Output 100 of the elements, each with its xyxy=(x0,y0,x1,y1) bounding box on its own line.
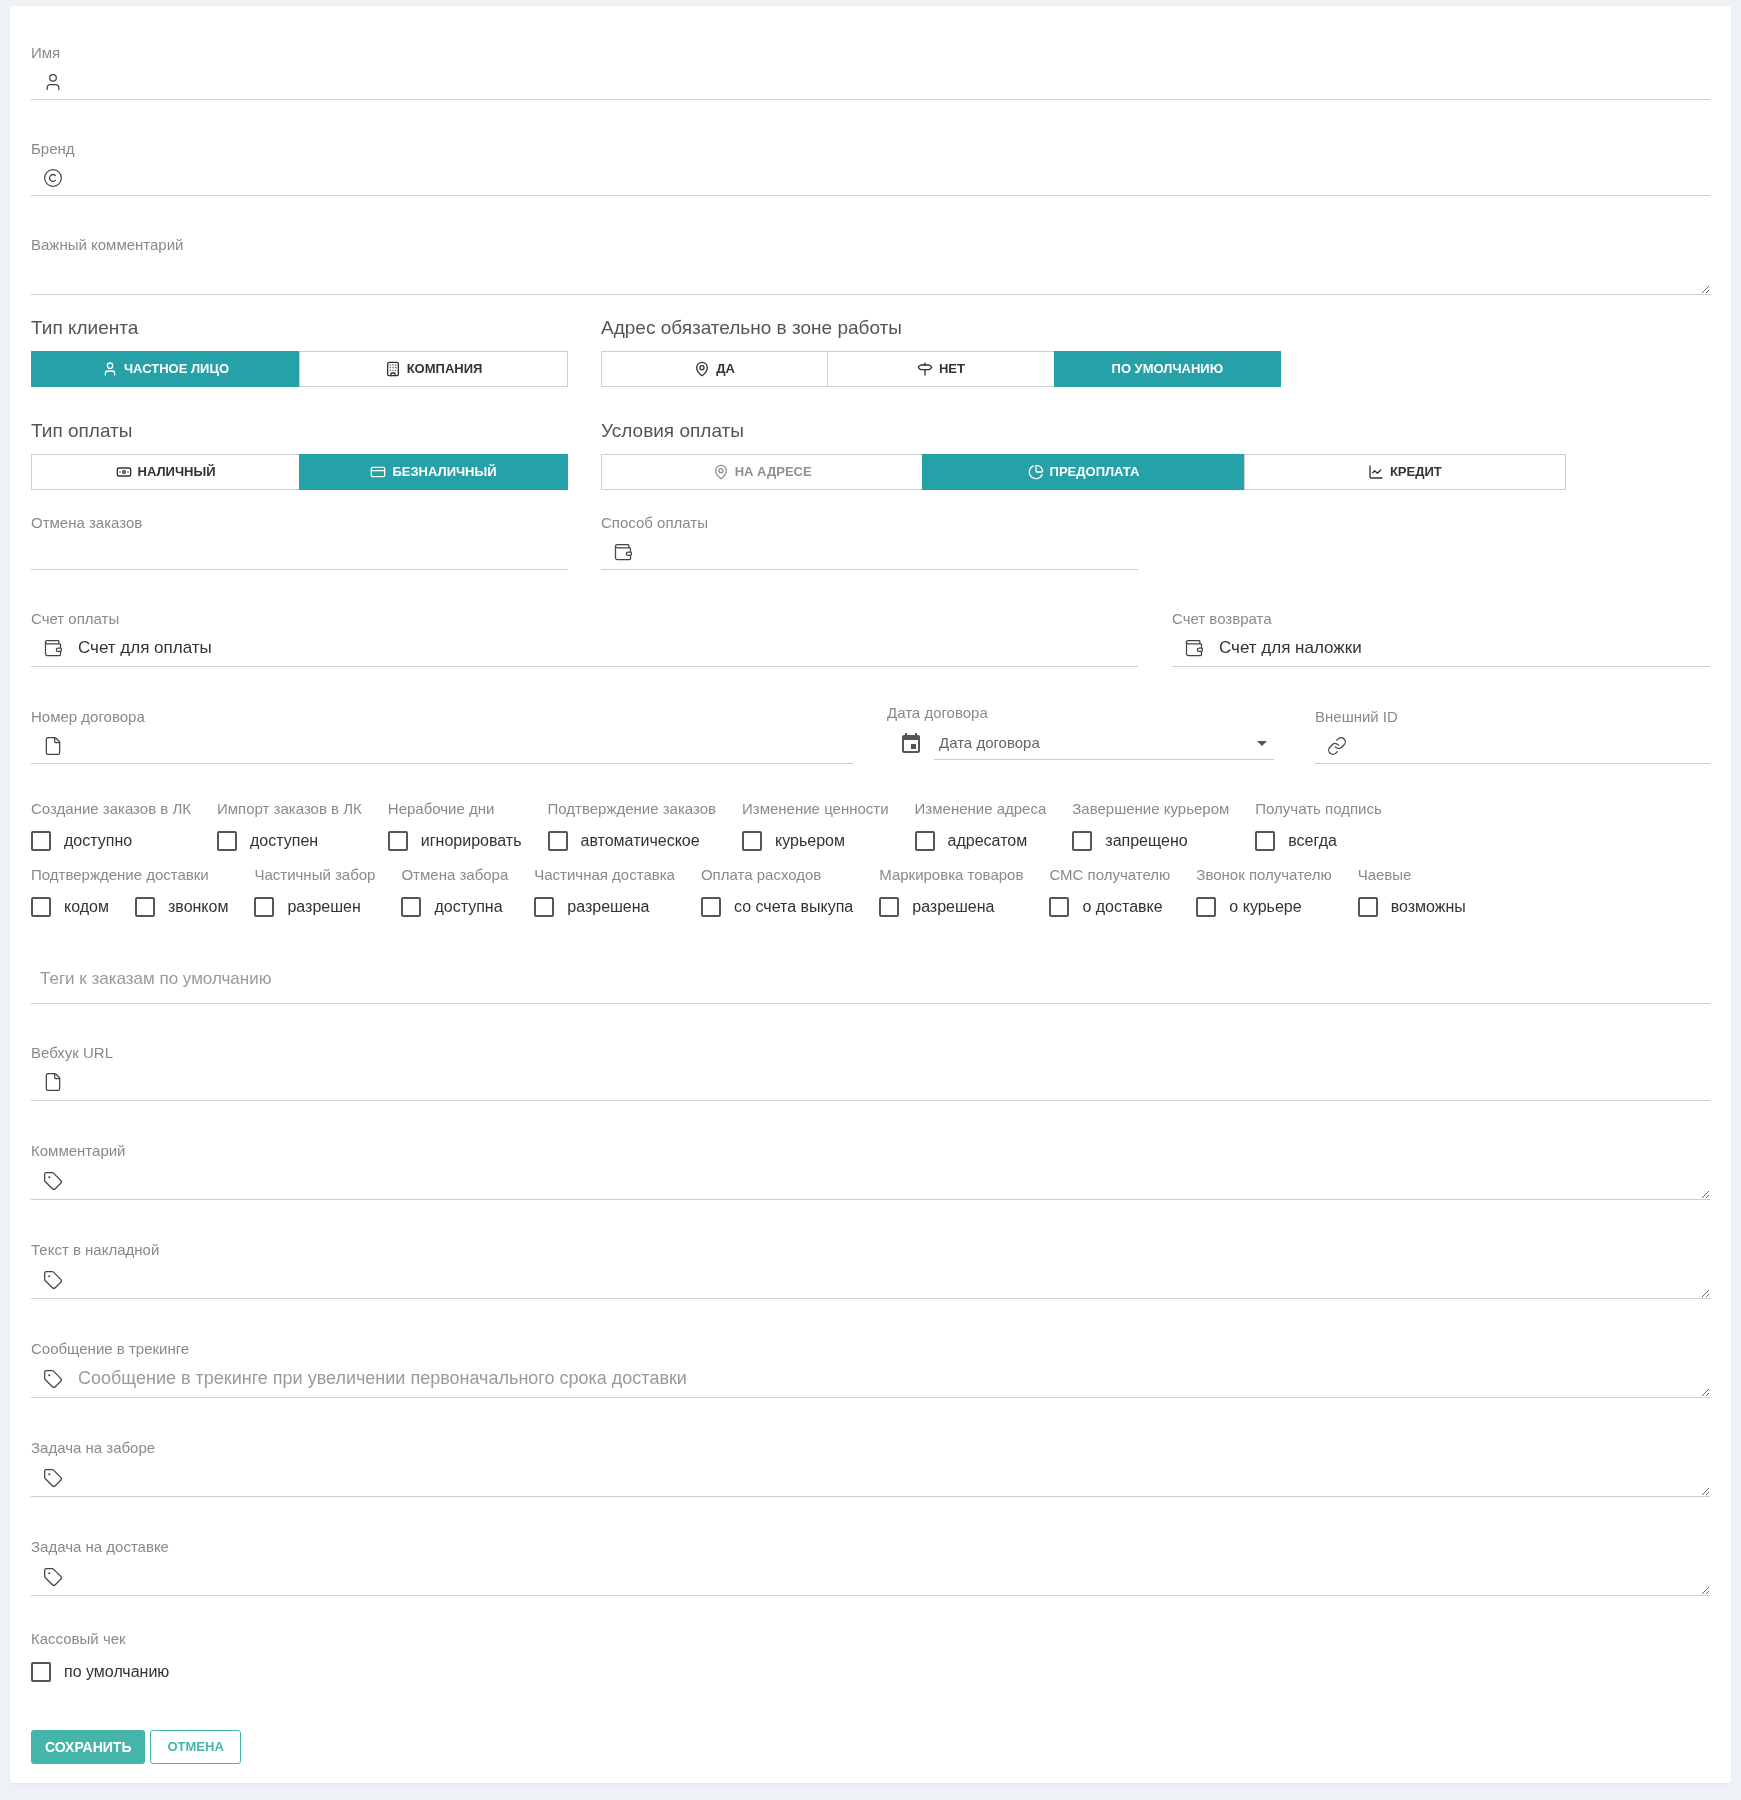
map-pin-icon xyxy=(712,464,729,480)
group-label: Чаевые xyxy=(1357,865,1412,885)
field-label: Комментарий xyxy=(31,1141,126,1161)
checkbox[interactable] xyxy=(742,831,762,851)
checkbox[interactable] xyxy=(31,897,51,917)
tag-icon xyxy=(43,1170,63,1191)
group-label: Маркировка товаров xyxy=(879,865,1024,885)
group-label: Частичная доставка xyxy=(534,865,675,885)
return-account-field[interactable]: Счет для наложки xyxy=(1172,629,1710,667)
tag-icon xyxy=(43,1269,63,1290)
checkbox-label[interactable]: со счета выкупа xyxy=(733,895,854,919)
calendar-icon xyxy=(899,732,923,756)
checkbox[interactable] xyxy=(1196,897,1217,917)
field-label: Задача на заборе xyxy=(31,1438,156,1458)
checkbox[interactable] xyxy=(534,897,555,917)
checkbox[interactable] xyxy=(1255,831,1276,851)
group-label: Создание заказов в ЛК xyxy=(31,799,191,819)
field-label: Вебхук URL xyxy=(31,1043,113,1063)
field-label: Текст в накладной xyxy=(31,1240,160,1260)
field-label: Способ оплаты xyxy=(601,513,708,533)
field-label: Номер договора xyxy=(31,707,145,727)
checkbox[interactable] xyxy=(31,831,51,851)
field-label: Дата договора xyxy=(887,703,988,723)
checkbox[interactable] xyxy=(401,897,422,917)
caret-icon xyxy=(1257,741,1267,746)
file-icon xyxy=(43,1072,63,1092)
section-title: Условия оплаты xyxy=(601,419,744,443)
checkbox[interactable] xyxy=(387,831,408,851)
building-icon xyxy=(384,361,401,377)
copyright-icon xyxy=(43,167,63,188)
group-label: СМС получателю xyxy=(1049,865,1171,885)
checkbox[interactable] xyxy=(1072,831,1093,851)
checkbox[interactable] xyxy=(879,897,900,917)
group-label: Отмена забора xyxy=(401,865,509,885)
wallet-icon xyxy=(43,637,63,658)
checkbox[interactable] xyxy=(547,831,568,851)
signpost-icon xyxy=(917,361,933,377)
checkbox[interactable] xyxy=(700,897,721,917)
date-select[interactable]: Дата договора xyxy=(934,728,1274,760)
segment-button[interactable]: КОМПАНИЯ xyxy=(299,351,568,387)
checkbox[interactable] xyxy=(134,897,155,917)
tags-field[interactable]: Теги к заказам по умолчанию xyxy=(31,954,1710,1004)
group-label: Оплата расходов xyxy=(700,865,822,885)
wallet-icon xyxy=(1184,637,1204,658)
checkbox-label[interactable]: игнорировать xyxy=(420,829,522,853)
field-label: Счет оплаты xyxy=(31,609,120,629)
wallet-icon xyxy=(613,541,633,562)
checkbox-label[interactable]: адресатом xyxy=(947,829,1028,853)
field-label: Бренд xyxy=(31,139,75,159)
checkbox-label[interactable]: разрешена xyxy=(567,895,650,919)
checkbox-label[interactable]: доступен xyxy=(250,829,319,853)
segment-button[interactable]: НЕТ xyxy=(827,351,1055,387)
checkbox-label[interactable]: всегда xyxy=(1288,829,1337,853)
credit-card-icon xyxy=(370,464,387,480)
group-label: Нерабочие дни xyxy=(387,799,495,819)
field-label: Задача на доставке xyxy=(31,1537,169,1557)
group-label: Подтверждение заказов xyxy=(547,799,716,819)
checkbox-label[interactable]: по умолчанию xyxy=(64,1660,170,1684)
checkbox[interactable] xyxy=(217,831,237,851)
checkbox[interactable] xyxy=(254,897,275,917)
map-pin-icon xyxy=(694,361,711,377)
checkbox-label[interactable]: доступна xyxy=(434,895,503,919)
group-label: Изменение ценности xyxy=(742,799,889,819)
section-title: Адрес обязательно в зоне работы xyxy=(601,316,902,340)
field-label: Внешний ID xyxy=(1315,707,1398,727)
field-label: Имя xyxy=(31,43,61,63)
checkbox-label[interactable]: разрешена xyxy=(912,895,995,919)
checkbox[interactable] xyxy=(31,1662,51,1682)
checkbox-label[interactable]: о доставке xyxy=(1082,895,1163,919)
tag-icon xyxy=(43,1368,63,1389)
segment-button[interactable]: НАЛИЧНЫЙ xyxy=(31,454,300,490)
checkbox-label[interactable]: курьером xyxy=(775,829,845,853)
group-label: Звонок получателю xyxy=(1196,865,1332,885)
payment-account-field[interactable]: Счет для оплаты xyxy=(31,629,1138,667)
group-label: Получать подпись xyxy=(1255,799,1382,819)
checkbox[interactable] xyxy=(914,831,935,851)
checkbox[interactable] xyxy=(1357,897,1378,917)
file-icon xyxy=(43,735,63,756)
checkbox-label[interactable]: возможны xyxy=(1390,895,1466,919)
textarea-field[interactable]: Сообщение в трекинге при увеличении первоначального срока доставки xyxy=(31,1359,1710,1398)
segment-button[interactable]: ДА xyxy=(601,351,829,387)
checkbox-label[interactable]: кодом xyxy=(64,895,109,919)
line-chart-icon xyxy=(1367,464,1384,480)
checkbox-label[interactable]: автоматическое xyxy=(580,829,700,853)
checkbox-label[interactable]: звонком xyxy=(167,895,229,919)
tag-icon xyxy=(43,1467,63,1488)
field-label: Важный комментарий xyxy=(31,235,184,255)
pie-chart-icon xyxy=(1027,464,1044,480)
checkbox[interactable] xyxy=(1049,897,1070,917)
checkbox-label[interactable]: о курьере xyxy=(1229,895,1302,919)
tag-icon xyxy=(43,1566,63,1587)
section-title: Тип клиента xyxy=(31,316,139,340)
checkbox-label[interactable]: запрещено xyxy=(1105,829,1188,853)
link-icon xyxy=(1327,735,1347,756)
segment-button[interactable]: КРЕДИТ xyxy=(1243,454,1566,490)
section-title: Тип оплаты xyxy=(31,419,133,443)
group-label: Подтверждение доставки xyxy=(31,865,209,885)
checkbox-label[interactable]: доступно xyxy=(64,829,133,853)
checkbox-label[interactable]: разрешен xyxy=(287,895,361,919)
group-label: Частичный забор xyxy=(254,865,376,885)
